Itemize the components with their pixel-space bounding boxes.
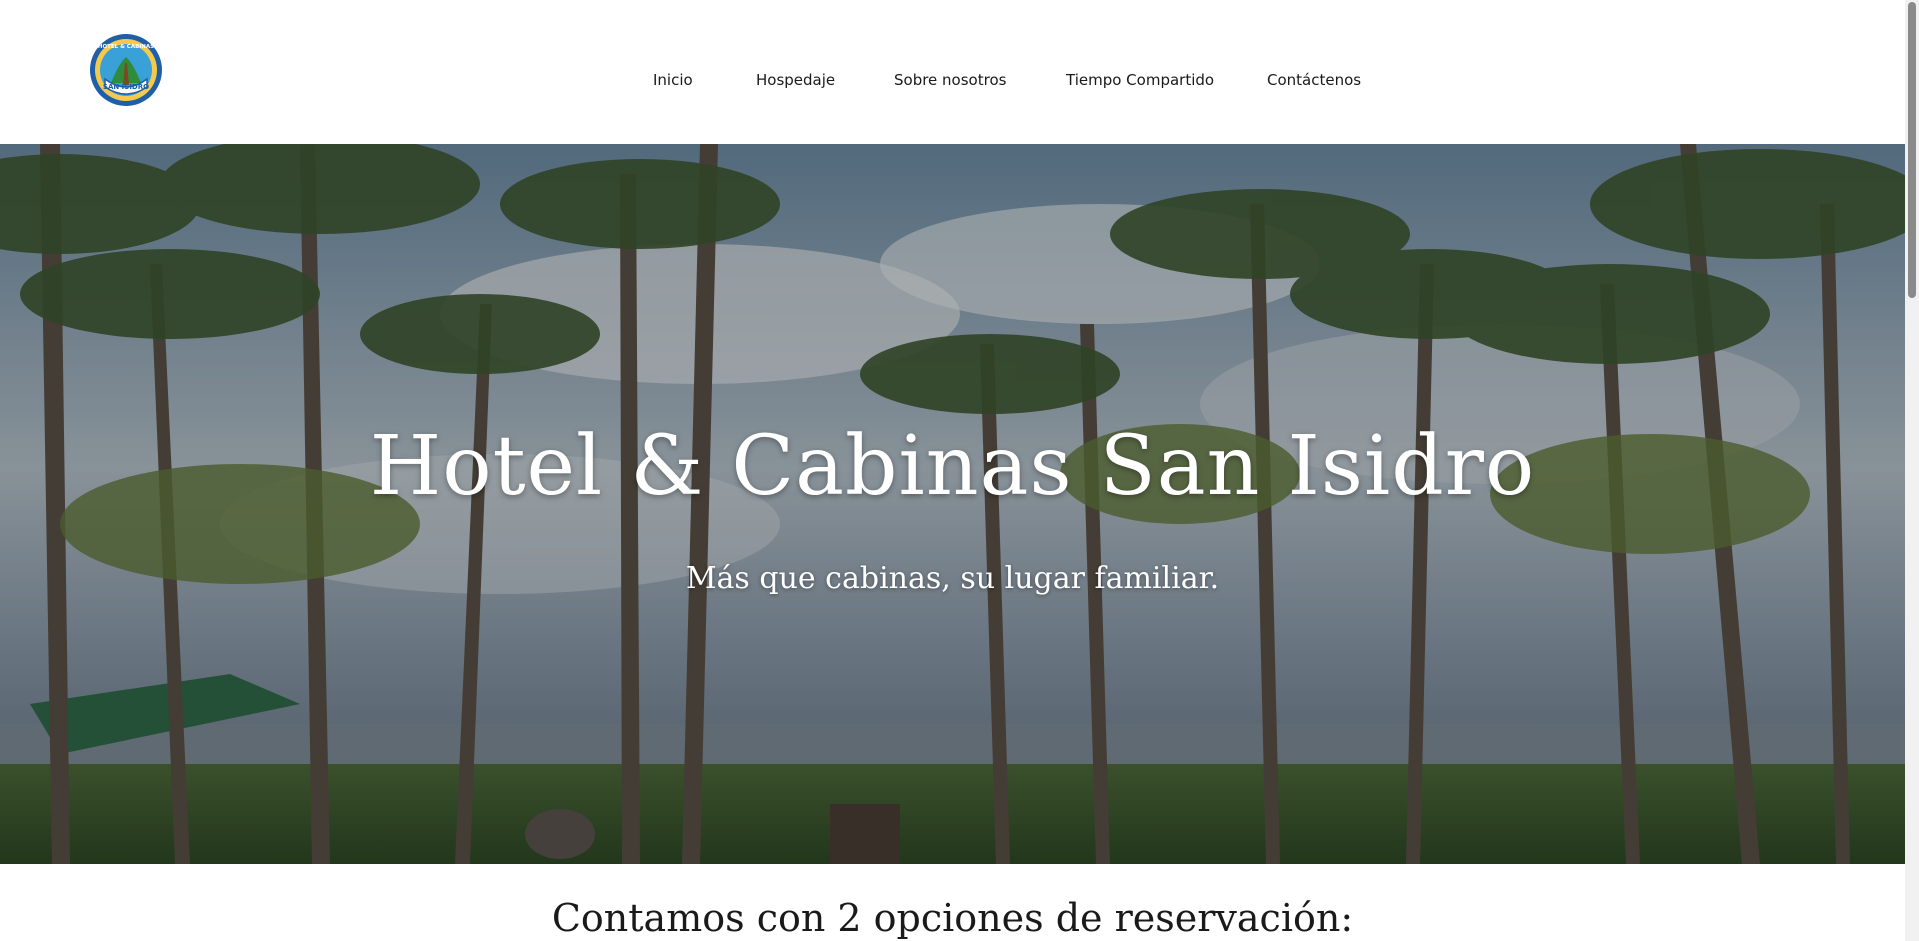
main-nav: Inicio Hospedaje Sobre nosotros Tiempo C… xyxy=(0,68,1905,92)
nav-item-tiempo-compartido[interactable]: Tiempo Compartido xyxy=(1066,68,1214,92)
hero-subtitle: Más que cabinas, su lugar familiar. xyxy=(685,561,1220,596)
page-scrollbar[interactable] xyxy=(1905,0,1919,941)
hero-title: Hotel & Cabinas San Isidro xyxy=(369,419,1536,514)
page: SAN ISIDRO HOTEL & CABINAS Inicio Hosped… xyxy=(0,0,1905,941)
nav-item-hospedaje[interactable]: Hospedaje xyxy=(756,68,835,92)
reservation-options-heading: Contamos con 2 opciones de reservación: xyxy=(551,896,1354,940)
site-header: SAN ISIDRO HOTEL & CABINAS Inicio Hosped… xyxy=(0,0,1905,144)
hero-banner: Hotel & Cabinas San Isidro Más que cabin… xyxy=(0,144,1905,864)
scrollbar-thumb[interactable] xyxy=(1908,2,1916,298)
svg-text:HOTEL & CABINAS: HOTEL & CABINAS xyxy=(98,44,154,50)
nav-item-sobre-nosotros[interactable]: Sobre nosotros xyxy=(894,68,1006,92)
nav-item-inicio[interactable]: Inicio xyxy=(653,68,693,92)
nav-item-contactenos[interactable]: Contáctenos xyxy=(1267,68,1361,92)
